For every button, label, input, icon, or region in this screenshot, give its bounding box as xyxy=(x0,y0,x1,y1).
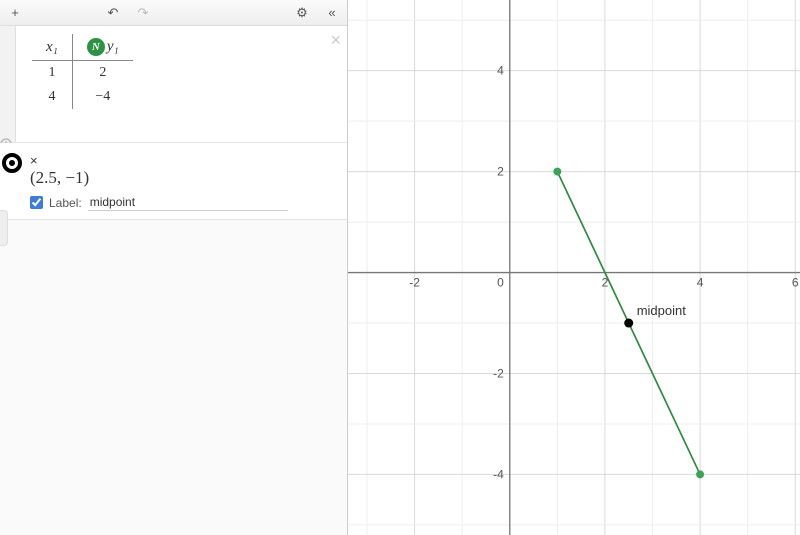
undo-button[interactable]: ↶ xyxy=(102,2,124,24)
point-style-icon[interactable] xyxy=(2,153,22,173)
col-header-y[interactable]: Ny₁ xyxy=(72,34,132,61)
close-icon[interactable]: × xyxy=(330,30,341,51)
svg-text:-4: -4 xyxy=(493,467,504,481)
svg-text:4: 4 xyxy=(697,276,704,290)
collapse-button[interactable]: « xyxy=(321,2,343,24)
svg-text:-2: -2 xyxy=(493,366,504,380)
svg-text:0: 0 xyxy=(497,276,504,290)
redo-button[interactable]: ↷ xyxy=(132,2,154,24)
col-header-x[interactable]: x₁ xyxy=(32,34,72,61)
svg-text:-2: -2 xyxy=(409,276,420,290)
expression-point[interactable]: × (2.5, −1) Label: xyxy=(0,143,347,220)
svg-text:4: 4 xyxy=(497,64,504,78)
table-row[interactable]: 4 −4 xyxy=(32,85,133,109)
expression-table[interactable]: × x₁ Ny₁ 1 2 4 −4 xyxy=(0,26,347,143)
expr-gutter xyxy=(0,26,16,142)
expression-list: × x₁ Ny₁ 1 2 4 −4 xyxy=(0,26,347,535)
table-row[interactable]: 1 2 xyxy=(32,61,133,86)
graph-canvas[interactable]: -2246-4-2240midpoint xyxy=(348,0,800,535)
close-icon[interactable]: × xyxy=(30,153,38,168)
point-formula[interactable]: (2.5, −1) xyxy=(30,168,337,188)
svg-text:midpoint: midpoint xyxy=(637,303,687,318)
svg-text:2: 2 xyxy=(497,165,504,179)
settings-button[interactable]: ⚙ xyxy=(291,2,313,24)
connect-icon[interactable]: N xyxy=(87,38,105,56)
svg-text:6: 6 xyxy=(792,276,799,290)
label-input[interactable] xyxy=(88,194,288,211)
data-table[interactable]: x₁ Ny₁ 1 2 4 −4 xyxy=(32,34,133,109)
add-button[interactable]: + xyxy=(4,2,26,24)
toolbar: + ↶ ↷ ⚙ « xyxy=(0,0,347,26)
drag-tab[interactable] xyxy=(0,210,8,246)
label-checkbox[interactable] xyxy=(30,196,43,209)
label-caption: Label: xyxy=(49,196,82,210)
